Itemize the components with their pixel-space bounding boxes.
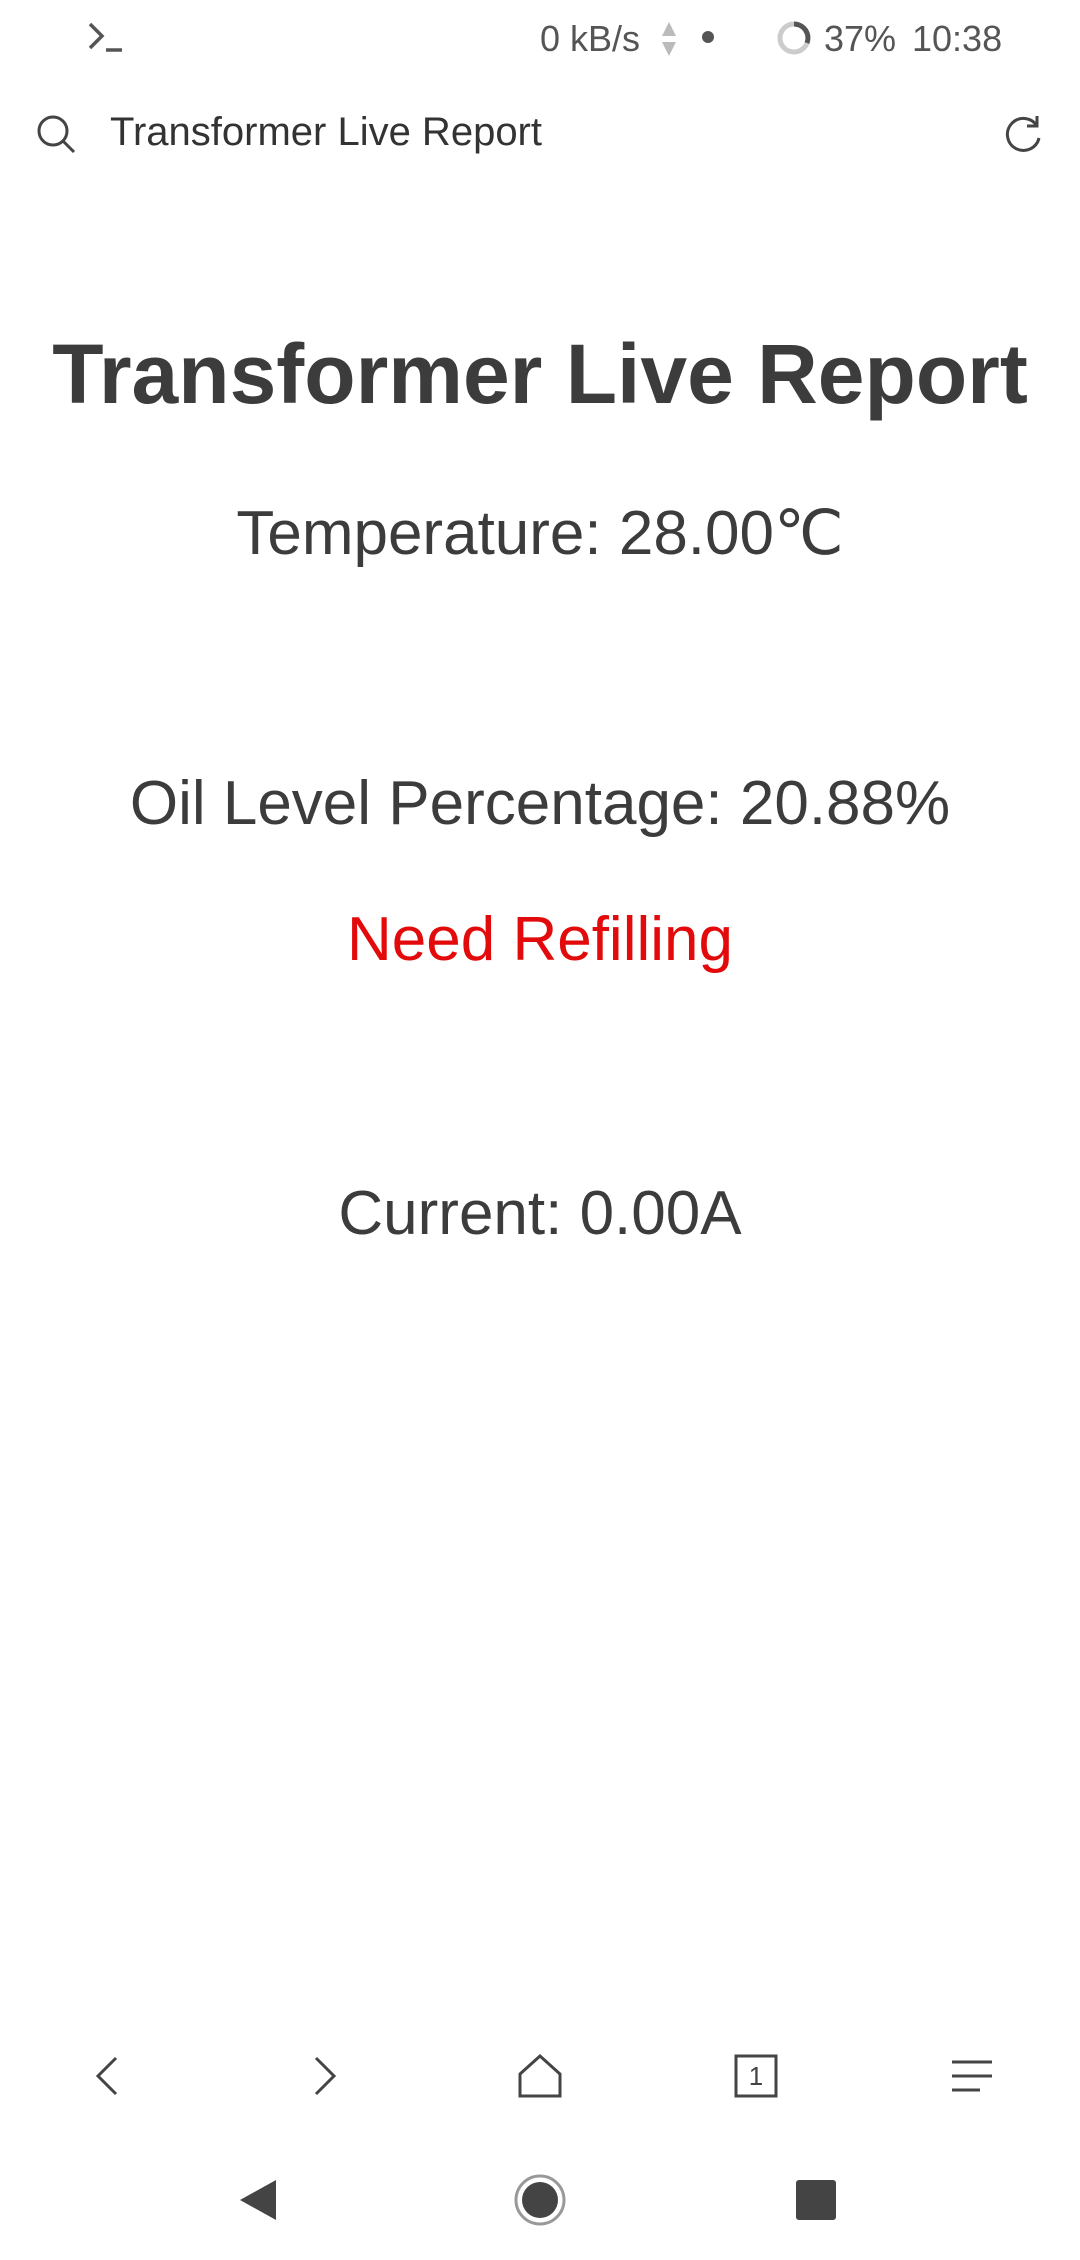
current-reading: Current: 0.00A: [338, 1179, 742, 1248]
menu-button[interactable]: [944, 2048, 1000, 2104]
address-title[interactable]: Transformer Live Report: [110, 110, 542, 155]
status-bar: 0 kB/s 37% 10:38: [0, 0, 1080, 80]
page-title: Transformer Live Report: [52, 327, 1028, 421]
battery-ring-icon: [777, 21, 811, 55]
search-icon[interactable]: [34, 112, 78, 156]
oil-refill-alert: Need Refilling: [347, 905, 733, 974]
terminal-icon: [88, 22, 122, 52]
tabs-count: 1: [748, 2061, 764, 2091]
home-circle-icon[interactable]: [510, 2170, 570, 2230]
recents-square-icon[interactable]: [786, 2170, 846, 2230]
forward-button[interactable]: [296, 2048, 352, 2104]
updown-arrows-icon: [662, 22, 676, 56]
temperature-reading: Temperature: 28.00℃: [236, 499, 844, 568]
net-speed: 0 kB/s: [540, 18, 641, 59]
refresh-icon[interactable]: [1000, 112, 1046, 158]
home-button[interactable]: [512, 2048, 568, 2104]
back-triangle-icon[interactable]: [228, 2170, 288, 2230]
dot-icon: [702, 31, 714, 43]
tabs-button[interactable]: 1: [728, 2048, 784, 2104]
oil-level-reading: Oil Level Percentage: 20.88%: [129, 769, 951, 838]
menu-icon: [952, 2060, 992, 2092]
clock: 10:38: [912, 18, 1003, 59]
address-bar[interactable]: Transformer Live Report: [0, 90, 1080, 180]
browser-nav-bar: 1: [0, 2040, 1080, 2110]
home-icon: [518, 2053, 562, 2098]
system-nav-bar: [0, 2160, 1080, 2240]
back-button[interactable]: [80, 2048, 136, 2104]
battery-percent: 37%: [824, 18, 897, 59]
screen: 0 kB/s 37% 10:38 Transformer Live Report…: [0, 0, 1080, 2260]
back-icon: [95, 2056, 118, 2096]
forward-icon: [314, 2056, 337, 2096]
